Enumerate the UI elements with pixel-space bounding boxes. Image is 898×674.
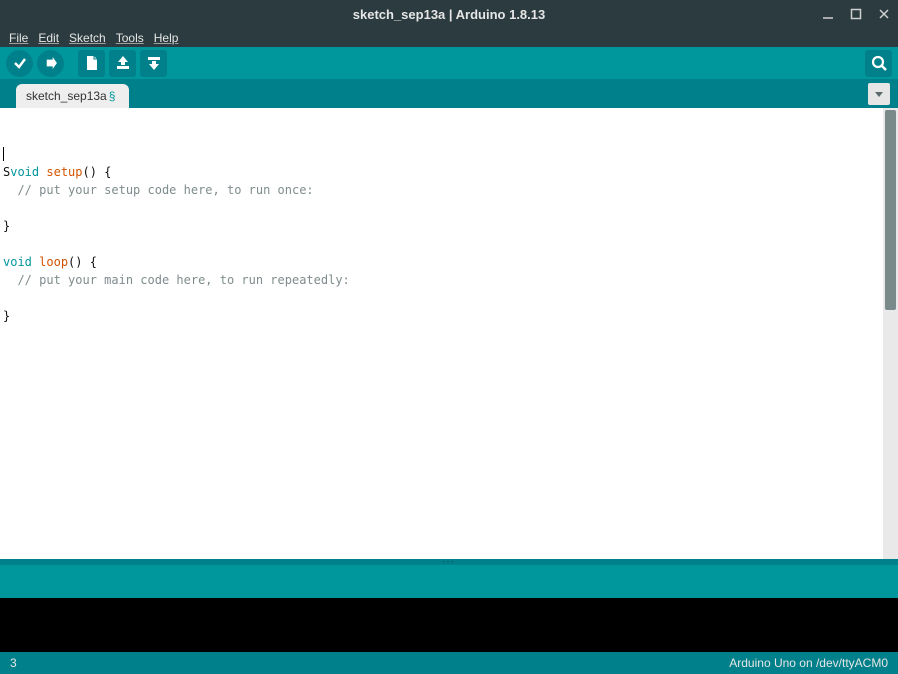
code-line: // put your setup code here, to run once…	[3, 181, 880, 199]
window-title: sketch_sep13a | Arduino 1.8.13	[353, 7, 545, 22]
text-caret	[3, 147, 4, 161]
toolbar	[0, 47, 898, 79]
titlebar[interactable]: sketch_sep13a | Arduino 1.8.13	[0, 0, 898, 28]
open-button[interactable]	[109, 50, 136, 77]
status-strip	[0, 565, 898, 598]
arrow-right-icon	[43, 55, 59, 71]
close-button[interactable]	[878, 8, 894, 20]
code-editor[interactable]: Svoid setup() { // put your setup code h…	[0, 108, 883, 559]
menu-sketch[interactable]: Sketch	[64, 31, 111, 45]
save-button[interactable]	[140, 50, 167, 77]
serial-monitor-button[interactable]	[865, 50, 892, 77]
menu-file[interactable]: File	[4, 31, 33, 45]
code-line: }	[3, 217, 880, 235]
tab-dropdown-button[interactable]	[868, 83, 890, 105]
editor-area: Svoid setup() { // put your setup code h…	[0, 108, 898, 559]
upload-button[interactable]	[37, 50, 64, 77]
scrollbar-thumb[interactable]	[885, 110, 896, 310]
console-output[interactable]	[0, 598, 898, 652]
code-line	[3, 199, 880, 217]
arrow-down-icon	[146, 55, 162, 71]
maximize-button[interactable]	[850, 8, 866, 20]
menu-help[interactable]: Help	[149, 31, 184, 45]
magnifier-icon	[870, 54, 888, 72]
code-line	[3, 235, 880, 253]
menu-tools[interactable]: Tools	[111, 31, 149, 45]
line-number: 3	[10, 656, 17, 670]
code-line: // put your main code here, to run repea…	[3, 271, 880, 289]
window-controls	[822, 0, 894, 28]
code-line	[3, 289, 880, 307]
verify-button[interactable]	[6, 50, 33, 77]
tab-active[interactable]: sketch_sep13a §	[16, 84, 129, 108]
app-window: sketch_sep13a | Arduino 1.8.13 File Edit…	[0, 0, 898, 674]
code-line: Svoid setup() {	[3, 163, 880, 181]
footer: 3 Arduino Uno on /dev/ttyACM0	[0, 652, 898, 674]
menu-edit[interactable]: Edit	[33, 31, 64, 45]
vertical-scrollbar[interactable]	[883, 108, 898, 559]
code-line: void loop() {	[3, 253, 880, 271]
menubar: File Edit Sketch Tools Help	[0, 28, 898, 47]
check-icon	[12, 55, 28, 71]
new-button[interactable]	[78, 50, 105, 77]
board-port-info: Arduino Uno on /dev/ttyACM0	[729, 656, 888, 670]
tabbar: sketch_sep13a §	[0, 79, 898, 108]
file-icon	[84, 55, 100, 71]
code-line: }	[3, 307, 880, 325]
minimize-button[interactable]	[822, 8, 838, 20]
arrow-up-icon	[115, 55, 131, 71]
chevron-down-icon	[873, 88, 885, 100]
tab-modified-marker: §	[109, 89, 116, 103]
tab-label: sketch_sep13a	[26, 89, 107, 103]
